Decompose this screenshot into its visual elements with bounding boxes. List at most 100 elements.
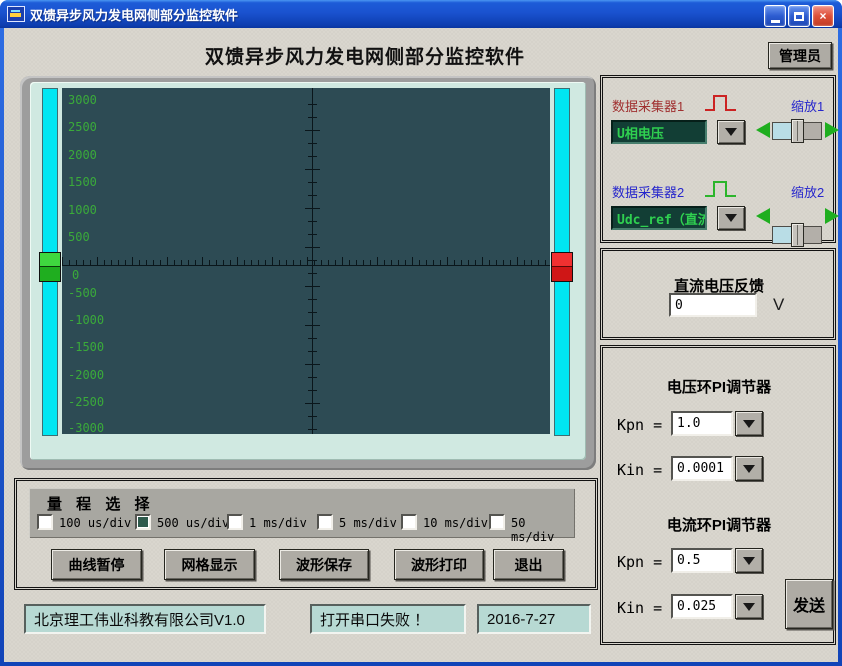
pause-curve-button[interactable]: 曲线暂停 [51, 549, 142, 580]
y-axis-label: -2000 [68, 368, 112, 382]
checkbox-5ms[interactable] [317, 514, 333, 530]
checkbox-label: 10 ms/div [423, 516, 488, 530]
zoom2-increase-arrow[interactable] [825, 208, 839, 224]
app-icon [7, 6, 25, 22]
y-axis-label: 500 [68, 230, 112, 244]
exit-button[interactable]: 退出 [493, 549, 564, 580]
dc-unit-label: V [773, 295, 784, 315]
right-slider-thumb[interactable] [551, 252, 573, 282]
send-button[interactable]: 发送 [785, 579, 833, 629]
dc-feedback-input[interactable] [669, 293, 757, 317]
save-waveform-button[interactable]: 波形保存 [279, 549, 369, 580]
chevron-down-icon [743, 557, 755, 565]
c-kin-input[interactable] [671, 594, 733, 619]
channel1-dropdown-button[interactable] [717, 120, 745, 144]
chevron-down-icon [725, 128, 737, 136]
chevron-down-icon [725, 214, 737, 222]
right-scale-slider[interactable] [554, 88, 570, 436]
v-kin-label: Kin = [617, 461, 662, 479]
pi-group: 电压环PI调节器 Kpn = Kin = 电流环PI调节器 Kpn = Kin … [600, 345, 836, 645]
voltage-pi-title: 电压环PI调节器 [601, 376, 837, 397]
checkbox-label: 100 us/div [59, 516, 131, 530]
collector1-label: 数据采集器1 [612, 96, 684, 115]
close-icon: × [819, 9, 826, 23]
zoom2-thumb[interactable] [791, 223, 804, 247]
company-version-box: 北京理工伟业科教有限公司V1.0 [24, 604, 266, 634]
y-axis-label: -2500 [68, 395, 112, 409]
channel2-select[interactable]: Udc_ref（直流电 [611, 206, 707, 230]
grid-display-button[interactable]: 网格显示 [164, 549, 255, 580]
chevron-down-icon [743, 465, 755, 473]
checkbox-1ms[interactable] [227, 514, 243, 530]
app-window: 双馈异步风力发电网侧部分监控软件 × 双馈异步风力发电网侧部分监控软件 管理员 … [0, 0, 842, 666]
close-button[interactable]: × [812, 5, 834, 27]
y-axis-label: -500 [68, 286, 112, 300]
chevron-down-icon [743, 603, 755, 611]
c-kin-label: Kin = [617, 599, 662, 617]
y-axis-label: 3000 [68, 93, 112, 107]
current-pi-title: 电流环PI调节器 [601, 514, 837, 535]
zoom2-slider[interactable] [772, 226, 822, 244]
left-scale-slider[interactable] [42, 88, 58, 436]
v-kpn-input[interactable] [671, 411, 733, 436]
maximize-button[interactable] [788, 5, 810, 27]
range-title: 量 程 选 择 [47, 493, 155, 514]
checkbox-10ms[interactable] [401, 514, 417, 530]
zoom1-decrease-arrow[interactable] [756, 122, 770, 138]
range-group: 量 程 选 择 100 us/div 500 us/div 1 ms/div 5… [14, 478, 598, 590]
checkbox-500us[interactable] [135, 514, 151, 530]
collector2-label: 数据采集器2 [612, 182, 684, 201]
serial-status-box: 打开串口失败 ！ [310, 604, 466, 634]
maximize-icon [794, 12, 804, 21]
admin-button[interactable]: 管理员 [768, 42, 832, 69]
scope-frame: 3000 2500 2000 1500 1000 500 0 -500 -100… [30, 82, 586, 460]
date-box: 2016-7-27 [477, 604, 591, 634]
checkbox-label: 50 ms/div [511, 516, 575, 544]
y-axis-label: 1000 [68, 203, 112, 217]
pulse1-icon [703, 92, 739, 114]
y-axis-label: -3000 [68, 421, 112, 435]
c-kpn-input[interactable] [671, 548, 733, 573]
y-axis-label: 0 [72, 268, 116, 282]
zoom2-label: 缩放2 [791, 182, 824, 201]
checkbox-50ms[interactable] [489, 514, 505, 530]
zoom1-thumb[interactable] [791, 119, 804, 143]
y-axis-label: -1500 [68, 340, 112, 354]
zoom2-decrease-arrow[interactable] [756, 208, 770, 224]
y-axis-label: 2000 [68, 148, 112, 162]
window-title: 双馈异步风力发电网侧部分监控软件 [30, 5, 238, 24]
pulse2-icon [703, 178, 739, 200]
minimize-icon [771, 20, 780, 23]
checkbox-100us[interactable] [37, 514, 53, 530]
v-kin-input[interactable] [671, 456, 733, 481]
left-slider-thumb[interactable] [39, 252, 61, 282]
checkbox-label: 1 ms/div [249, 516, 307, 530]
checkbox-label: 5 ms/div [339, 516, 397, 530]
v-kpn-label: Kpn = [617, 416, 662, 434]
y-axis-label: 2500 [68, 120, 112, 134]
zoom1-slider[interactable] [772, 122, 822, 140]
c-kpn-label: Kpn = [617, 553, 662, 571]
channel1-select[interactable]: U相电压 [611, 120, 707, 144]
v-kpn-dropdown-button[interactable] [735, 411, 763, 436]
c-kin-dropdown-button[interactable] [735, 594, 763, 619]
collectors-group: 数据采集器1 缩放1 U相电压 数据采集器2 缩放2 Udc_ref（直流电 [600, 75, 836, 243]
chevron-down-icon [743, 420, 755, 428]
c-kpn-dropdown-button[interactable] [735, 548, 763, 573]
zoom1-label: 缩放1 [791, 96, 824, 115]
print-waveform-button[interactable]: 波形打印 [394, 549, 484, 580]
range-panel: 量 程 选 择 100 us/div 500 us/div 1 ms/div 5… [29, 488, 575, 538]
channel2-dropdown-button[interactable] [717, 206, 745, 230]
page-title: 双馈异步风力发电网侧部分监控软件 [20, 42, 710, 69]
v-kin-dropdown-button[interactable] [735, 456, 763, 481]
checkbox-label: 500 us/div [157, 516, 229, 530]
y-axis-label: -1000 [68, 313, 112, 327]
zoom1-increase-arrow[interactable] [825, 122, 839, 138]
minimize-button[interactable] [764, 5, 786, 27]
scope-bezel: 3000 2500 2000 1500 1000 500 0 -500 -100… [20, 76, 596, 470]
y-axis-label: 1500 [68, 175, 112, 189]
titlebar: 双馈异步风力发电网侧部分监控软件 × [0, 0, 842, 28]
y-axis [305, 88, 320, 434]
dc-feedback-group: 直流电压反馈 V [600, 248, 836, 340]
scope-plot: 3000 2500 2000 1500 1000 500 0 -500 -100… [62, 88, 550, 434]
